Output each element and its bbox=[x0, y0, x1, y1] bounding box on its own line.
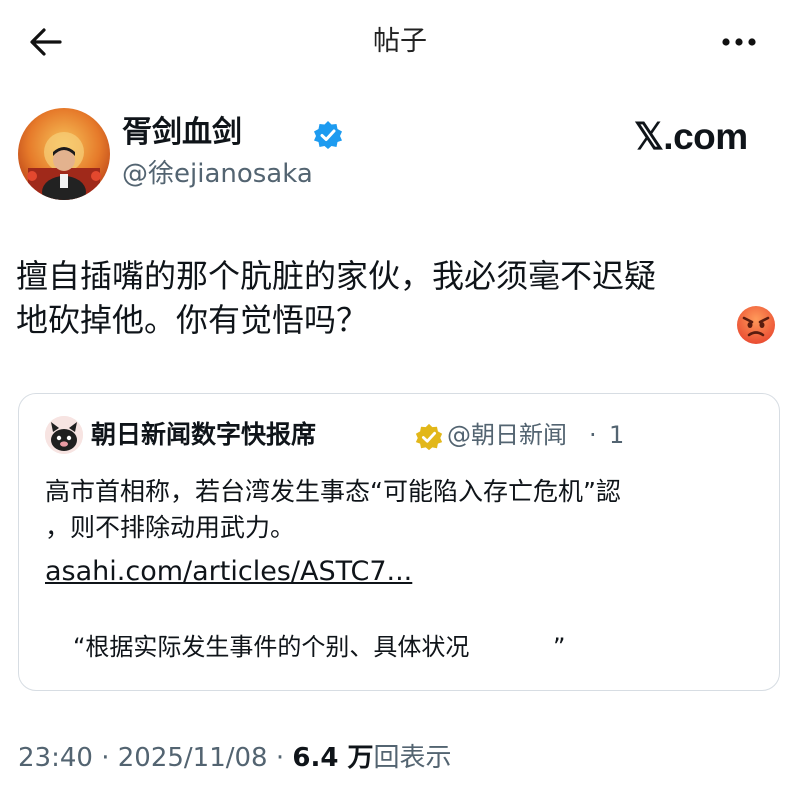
post-meta: 23:40 · 2025/11/08 · 6.4 万回表示 bbox=[18, 740, 452, 776]
text-fade-overlay bbox=[489, 630, 549, 664]
post-text-line: 地砍掉他。你有觉悟吗？ bbox=[16, 301, 369, 339]
angry-face-icon bbox=[735, 304, 777, 346]
separator-dot: · bbox=[275, 743, 285, 773]
verified-badge-icon bbox=[312, 119, 344, 151]
more-horizontal-icon bbox=[722, 38, 756, 46]
article-excerpt: “根据实际发生事件的个别、具体状况 bbox=[73, 633, 470, 661]
profile-photo bbox=[45, 416, 83, 454]
separator-dot: · bbox=[589, 421, 597, 449]
view-count-label: 回表示 bbox=[373, 743, 452, 773]
quoted-post-card[interactable]: 朝日新闻数字快报席 @朝日新闻 · 1 高市首相称，若台湾发生事态“可能陷入存亡… bbox=[18, 393, 780, 691]
post-text-line: 擅自插嘴的那个肮脏的家伙，我必须毫不迟疑 bbox=[16, 257, 657, 295]
quoted-author-handle[interactable]: @朝日新闻 bbox=[447, 418, 567, 452]
post-time: 23:40 bbox=[18, 743, 93, 773]
quoted-author-avatar[interactable] bbox=[45, 416, 83, 454]
author-display-name[interactable]: 胥剑血剑 bbox=[122, 113, 242, 153]
page-title: 帖子 bbox=[373, 26, 427, 57]
article-excerpt-end: ” bbox=[553, 633, 566, 661]
x-com-logo: 𝕏.com bbox=[634, 116, 748, 157]
author-avatar[interactable] bbox=[18, 108, 110, 200]
quoted-post-text: 高市首相称，若台湾发生事态“可能陷入存亡危机”認 ，则不排除动用武力。 bbox=[45, 474, 765, 546]
gold-verified-badge-icon bbox=[414, 422, 444, 452]
profile-photo bbox=[18, 108, 110, 200]
quoted-text-line: ，则不排除动用武力。 bbox=[45, 513, 296, 542]
view-count[interactable]: 6.4 万 bbox=[292, 743, 373, 773]
article-link[interactable]: asahi.com/articles/ASTC7... bbox=[45, 554, 412, 590]
more-options-button[interactable] bbox=[714, 26, 764, 58]
post-date: 2025/11/08 bbox=[117, 743, 268, 773]
quoted-author-name[interactable]: 朝日新闻数字快报席 bbox=[91, 418, 316, 452]
author-handle[interactable]: @徐ejianosaka bbox=[122, 156, 313, 192]
quoted-text-line: 高市首相称，若台湾发生事态“可能陷入存亡危机”認 bbox=[45, 477, 621, 506]
top-bar: 帖子 bbox=[0, 0, 800, 84]
quoted-post-time: 1 bbox=[609, 421, 625, 449]
separator-dot: · bbox=[101, 743, 110, 773]
post-text: 擅自插嘴的那个肮脏的家伙，我必须毫不迟疑 地砍掉他。你有觉悟吗？ bbox=[16, 254, 756, 342]
